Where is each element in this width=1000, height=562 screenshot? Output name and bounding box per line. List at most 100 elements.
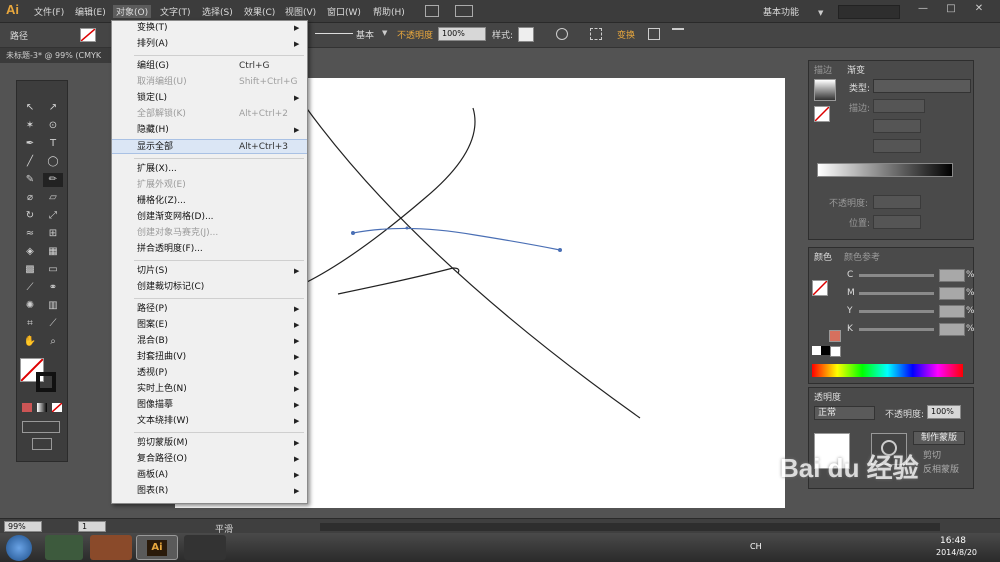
gradient-mode-icon[interactable] [37, 403, 47, 412]
menu-item-slice[interactable]: 切片(S) ▶ [112, 264, 307, 279]
eraser-tool-icon[interactable]: ▱ [43, 191, 63, 205]
slice-tool-icon[interactable]: ⟋ [43, 317, 63, 331]
channel-y-value[interactable] [939, 305, 965, 318]
channel-c-slider[interactable] [859, 274, 934, 277]
direct-selection-tool-icon[interactable]: ↗ [43, 101, 63, 115]
menu-window[interactable]: 窗口(W) [327, 5, 361, 18]
channel-m-value[interactable] [939, 287, 965, 300]
hand-tool-icon[interactable]: ✋ [20, 335, 40, 349]
ime-indicator[interactable]: CH [750, 542, 762, 551]
none-swatch[interactable] [812, 346, 821, 355]
clock-date[interactable]: 2014/8/20 [936, 548, 977, 557]
stroke-style-label[interactable]: 基本 [356, 28, 374, 41]
stroke-swatch-icon[interactable] [36, 372, 56, 392]
clip-checkbox-label[interactable]: 剪切 [923, 448, 941, 461]
menu-item-rasterize[interactable]: 栅格化(Z)... [112, 194, 307, 209]
ellipse-tool-icon[interactable]: ◯ [43, 155, 63, 169]
channel-m-slider[interactable] [859, 292, 934, 295]
menu-item-expand-appearance[interactable]: 扩展外观(E) [112, 178, 307, 193]
channel-k-value[interactable] [939, 323, 965, 336]
horizontal-scrollbar[interactable] [320, 523, 940, 531]
chevron-down-icon[interactable]: ▼ [382, 29, 387, 37]
menu-item-unlock-all[interactable]: 全部解锁(K) Alt+Ctrl+2 [112, 107, 307, 122]
menu-item-pattern[interactable]: 图案(E) ▶ [112, 318, 307, 333]
bridge-icon[interactable] [425, 5, 439, 17]
clock-time[interactable]: 16:48 [940, 536, 966, 546]
scale-tool-icon[interactable]: ⤢ [43, 209, 63, 223]
tab-transparency[interactable]: 透明度 [814, 390, 841, 403]
pencil-tool-icon[interactable]: ✏ [43, 173, 63, 187]
zoom-tool-icon[interactable]: ⌕ [43, 335, 63, 349]
menu-item-create-trim-marks[interactable]: 创建裁切标记(C) [112, 280, 307, 295]
menu-item-lock[interactable]: 锁定(L) ▶ [112, 91, 307, 106]
taskbar-firefox[interactable] [90, 535, 132, 560]
warp-tool-icon[interactable]: ≈ [20, 227, 40, 241]
draw-mode-icon[interactable] [22, 421, 60, 433]
menu-view[interactable]: 视图(V) [285, 5, 316, 18]
menu-item-create-gradient-mesh[interactable]: 创建渐变网格(D)... [112, 210, 307, 225]
taskbar-illustrator[interactable]: Ai [136, 535, 178, 560]
symbol-sprayer-tool-icon[interactable]: ✺ [20, 299, 40, 313]
perspective-grid-tool-icon[interactable]: ▦ [43, 245, 63, 259]
color-mode-icon[interactable] [22, 403, 32, 412]
transparency-opacity-field[interactable]: 100% [927, 405, 961, 419]
selection-tool-icon[interactable]: ↖ [20, 101, 40, 115]
menu-item-create-object-mosaic[interactable]: 创建对象马赛克(J)... [112, 226, 307, 241]
fill-swatch-icon[interactable] [812, 280, 828, 296]
tab-stroke[interactable]: 描边 [814, 63, 832, 76]
isolate-icon[interactable] [648, 28, 660, 40]
gradient-type-select[interactable] [873, 79, 971, 93]
gradient-slider[interactable] [817, 163, 953, 177]
none-mode-icon[interactable] [52, 403, 62, 412]
pen-tool-icon[interactable]: ✒ [20, 137, 40, 151]
menu-item-clipping-mask[interactable]: 剪切蒙版(M) ▶ [112, 436, 307, 451]
artboard-tool-icon[interactable]: ⌗ [20, 317, 40, 331]
arrange-documents-icon[interactable] [455, 5, 473, 17]
taskbar-media-player[interactable] [45, 535, 83, 560]
search-input[interactable] [838, 5, 900, 19]
channel-y-slider[interactable] [859, 310, 934, 313]
screen-mode-icon[interactable] [32, 438, 52, 450]
menu-item-transform[interactable]: 变换(T) ▶ [112, 21, 307, 36]
type-tool-icon[interactable]: T [43, 137, 63, 151]
artboard-number-field[interactable]: 1 [78, 521, 106, 532]
fill-swatch-icon[interactable] [814, 106, 830, 122]
menu-item-blend[interactable]: 混合(B) ▶ [112, 334, 307, 349]
fill-swatch-icon[interactable] [80, 28, 96, 42]
angle-field[interactable] [873, 119, 921, 133]
stroke-options[interactable] [873, 99, 925, 113]
blend-mode-select[interactable]: 正常 [814, 406, 875, 420]
style-swatch[interactable] [518, 27, 534, 42]
align-icon[interactable] [590, 28, 602, 40]
menu-item-ungroup[interactable]: 取消编组(U) Shift+Ctrl+G [112, 75, 307, 90]
mesh-tool-icon[interactable]: ▩ [20, 263, 40, 277]
menu-item-arrange[interactable]: 排列(A) ▶ [112, 37, 307, 52]
menu-item-envelope-distort[interactable]: 封套扭曲(V) ▶ [112, 350, 307, 365]
shape-builder-tool-icon[interactable]: ◈ [20, 245, 40, 259]
menu-effect[interactable]: 效果(C) [244, 5, 275, 18]
brush-tool-icon[interactable]: ✎ [20, 173, 40, 187]
black-swatch[interactable] [821, 346, 830, 355]
gradient-position-field[interactable] [873, 215, 921, 229]
opacity-link[interactable]: 不透明度 [397, 28, 433, 41]
white-swatch[interactable] [830, 346, 841, 357]
gradient-thumbnail[interactable] [814, 79, 836, 101]
menu-edit[interactable]: 编辑(E) [75, 5, 106, 18]
menu-item-group[interactable]: 编组(G) Ctrl+G [112, 59, 307, 74]
aspect-field[interactable] [873, 139, 921, 153]
workspace-switcher[interactable]: 基本功能 [763, 5, 799, 18]
menu-item-perspective[interactable]: 透视(P) ▶ [112, 366, 307, 381]
menu-item-expand[interactable]: 扩展(X)... [112, 162, 307, 177]
opacity-field[interactable]: 100% [438, 27, 486, 41]
color-spectrum[interactable] [812, 364, 963, 377]
last-color-swatch[interactable] [829, 330, 841, 342]
menu-item-artboards[interactable]: 画板(A) ▶ [112, 468, 307, 483]
menu-item-path[interactable]: 路径(P) ▶ [112, 302, 307, 317]
tab-color-guide[interactable]: 颜色参考 [844, 250, 880, 263]
make-mask-button[interactable]: 制作蒙版 [913, 431, 965, 445]
gradient-tool-icon[interactable]: ▭ [43, 263, 63, 277]
line-tool-icon[interactable]: ╱ [20, 155, 40, 169]
channel-k-slider[interactable] [859, 328, 934, 331]
menu-item-hide[interactable]: 隐藏(H) ▶ [112, 123, 307, 138]
menu-item-text-wrap[interactable]: 文本绕排(W) ▶ [112, 414, 307, 429]
